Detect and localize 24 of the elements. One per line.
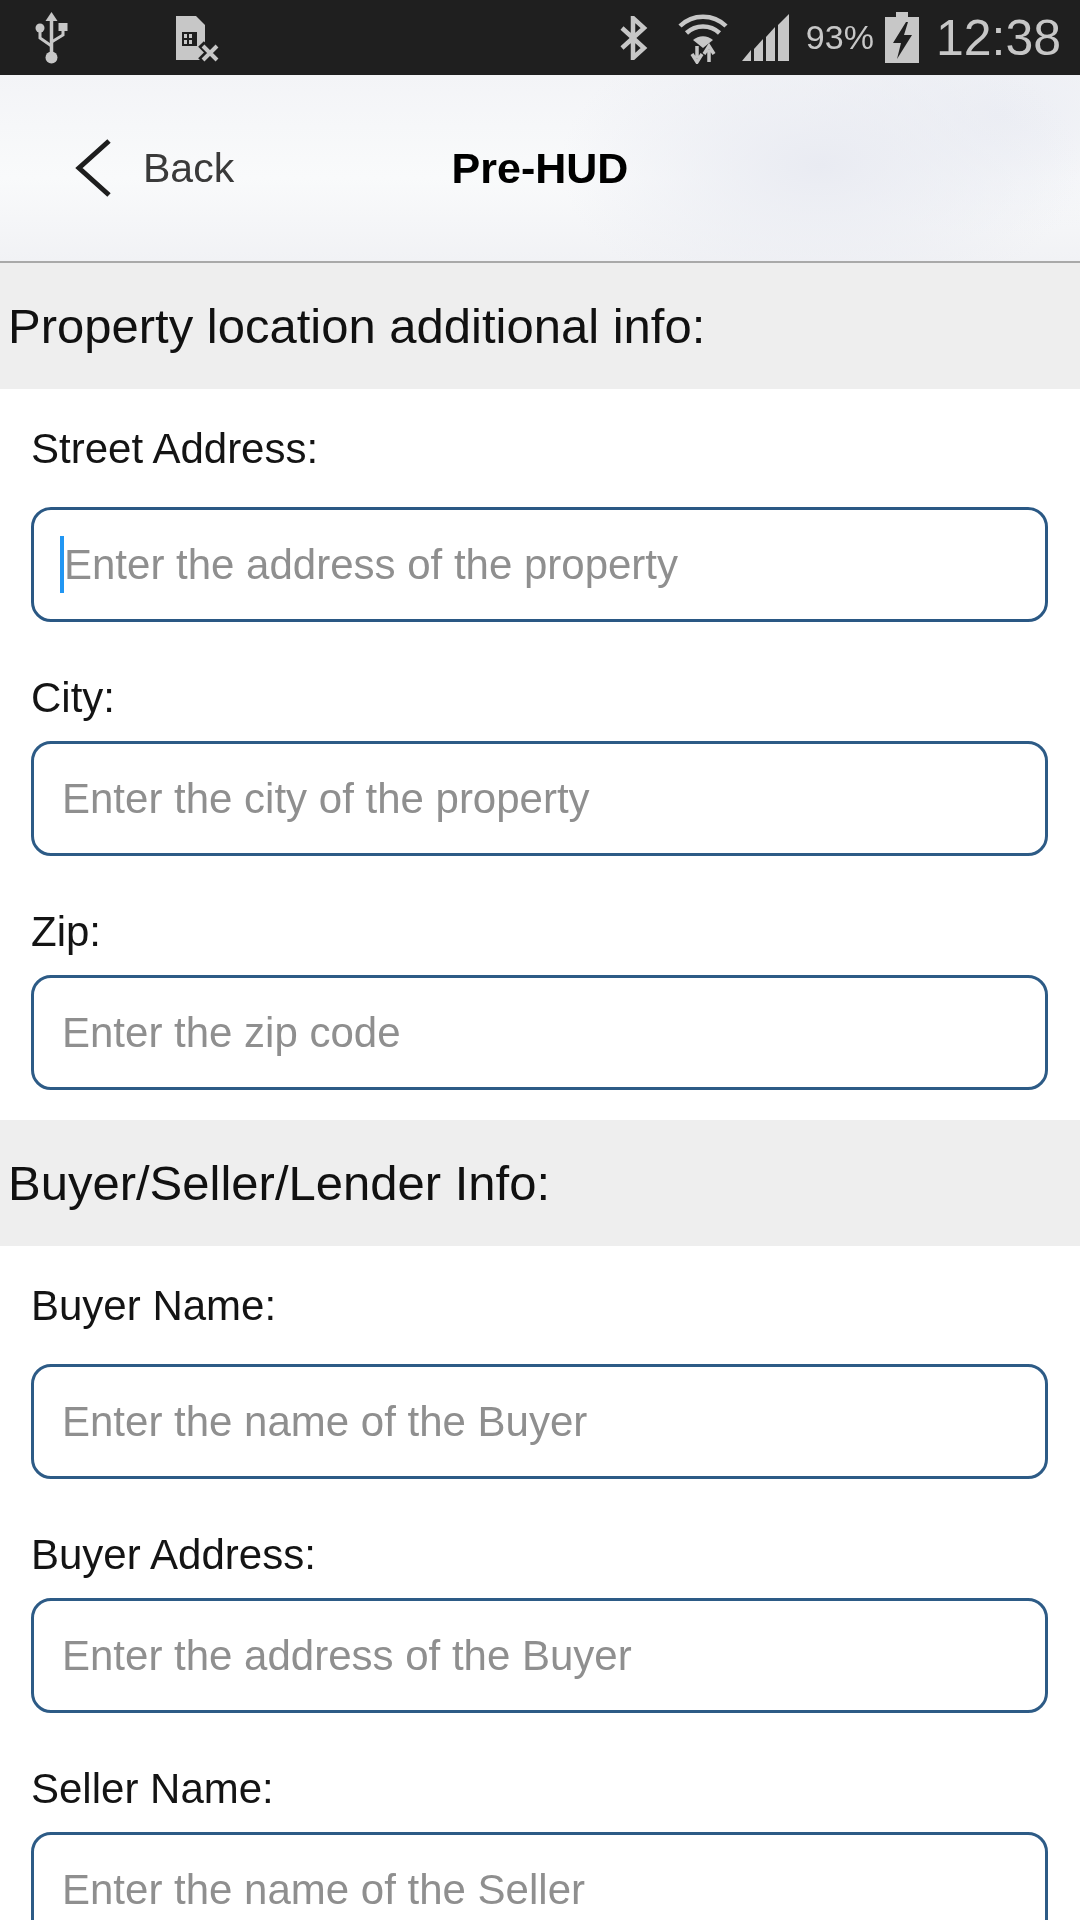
field-label: Buyer Address: — [31, 1531, 316, 1579]
usb-icon — [34, 11, 69, 64]
text-input[interactable]: Enter the city of the property — [31, 741, 1048, 856]
signal-icon — [740, 14, 790, 61]
field-label: City: — [31, 674, 115, 722]
field-label: Seller Name: — [31, 1765, 274, 1813]
field-label: Buyer Name: — [31, 1282, 277, 1330]
field-label: Zip: — [31, 908, 101, 956]
field-label: Street Address: — [31, 425, 319, 473]
text-input[interactable]: Enter the zip code — [31, 975, 1048, 1090]
text-input[interactable]: Enter the address of the Buyer — [31, 1598, 1048, 1713]
page-title: Pre-HUD — [451, 143, 629, 193]
text-input[interactable]: Enter the name of the Buyer — [31, 1364, 1048, 1479]
chevron-left-icon — [74, 138, 112, 198]
wifi-icon — [677, 11, 728, 64]
battery-percentage: 93% — [805, 18, 874, 57]
back-button[interactable]: Back — [74, 138, 235, 198]
section-heading: Property location additional info: — [0, 263, 1080, 389]
battery-charging-icon — [884, 12, 919, 63]
text-input[interactable]: Enter the name of the Seller — [31, 1832, 1048, 1920]
section-heading: Buyer/Seller/Lender Info: — [0, 1120, 1080, 1246]
clock-time: 12:38 — [935, 8, 1061, 67]
sim-card-x-icon — [174, 13, 220, 62]
text-input[interactable]: Enter the address of the property — [31, 507, 1048, 622]
